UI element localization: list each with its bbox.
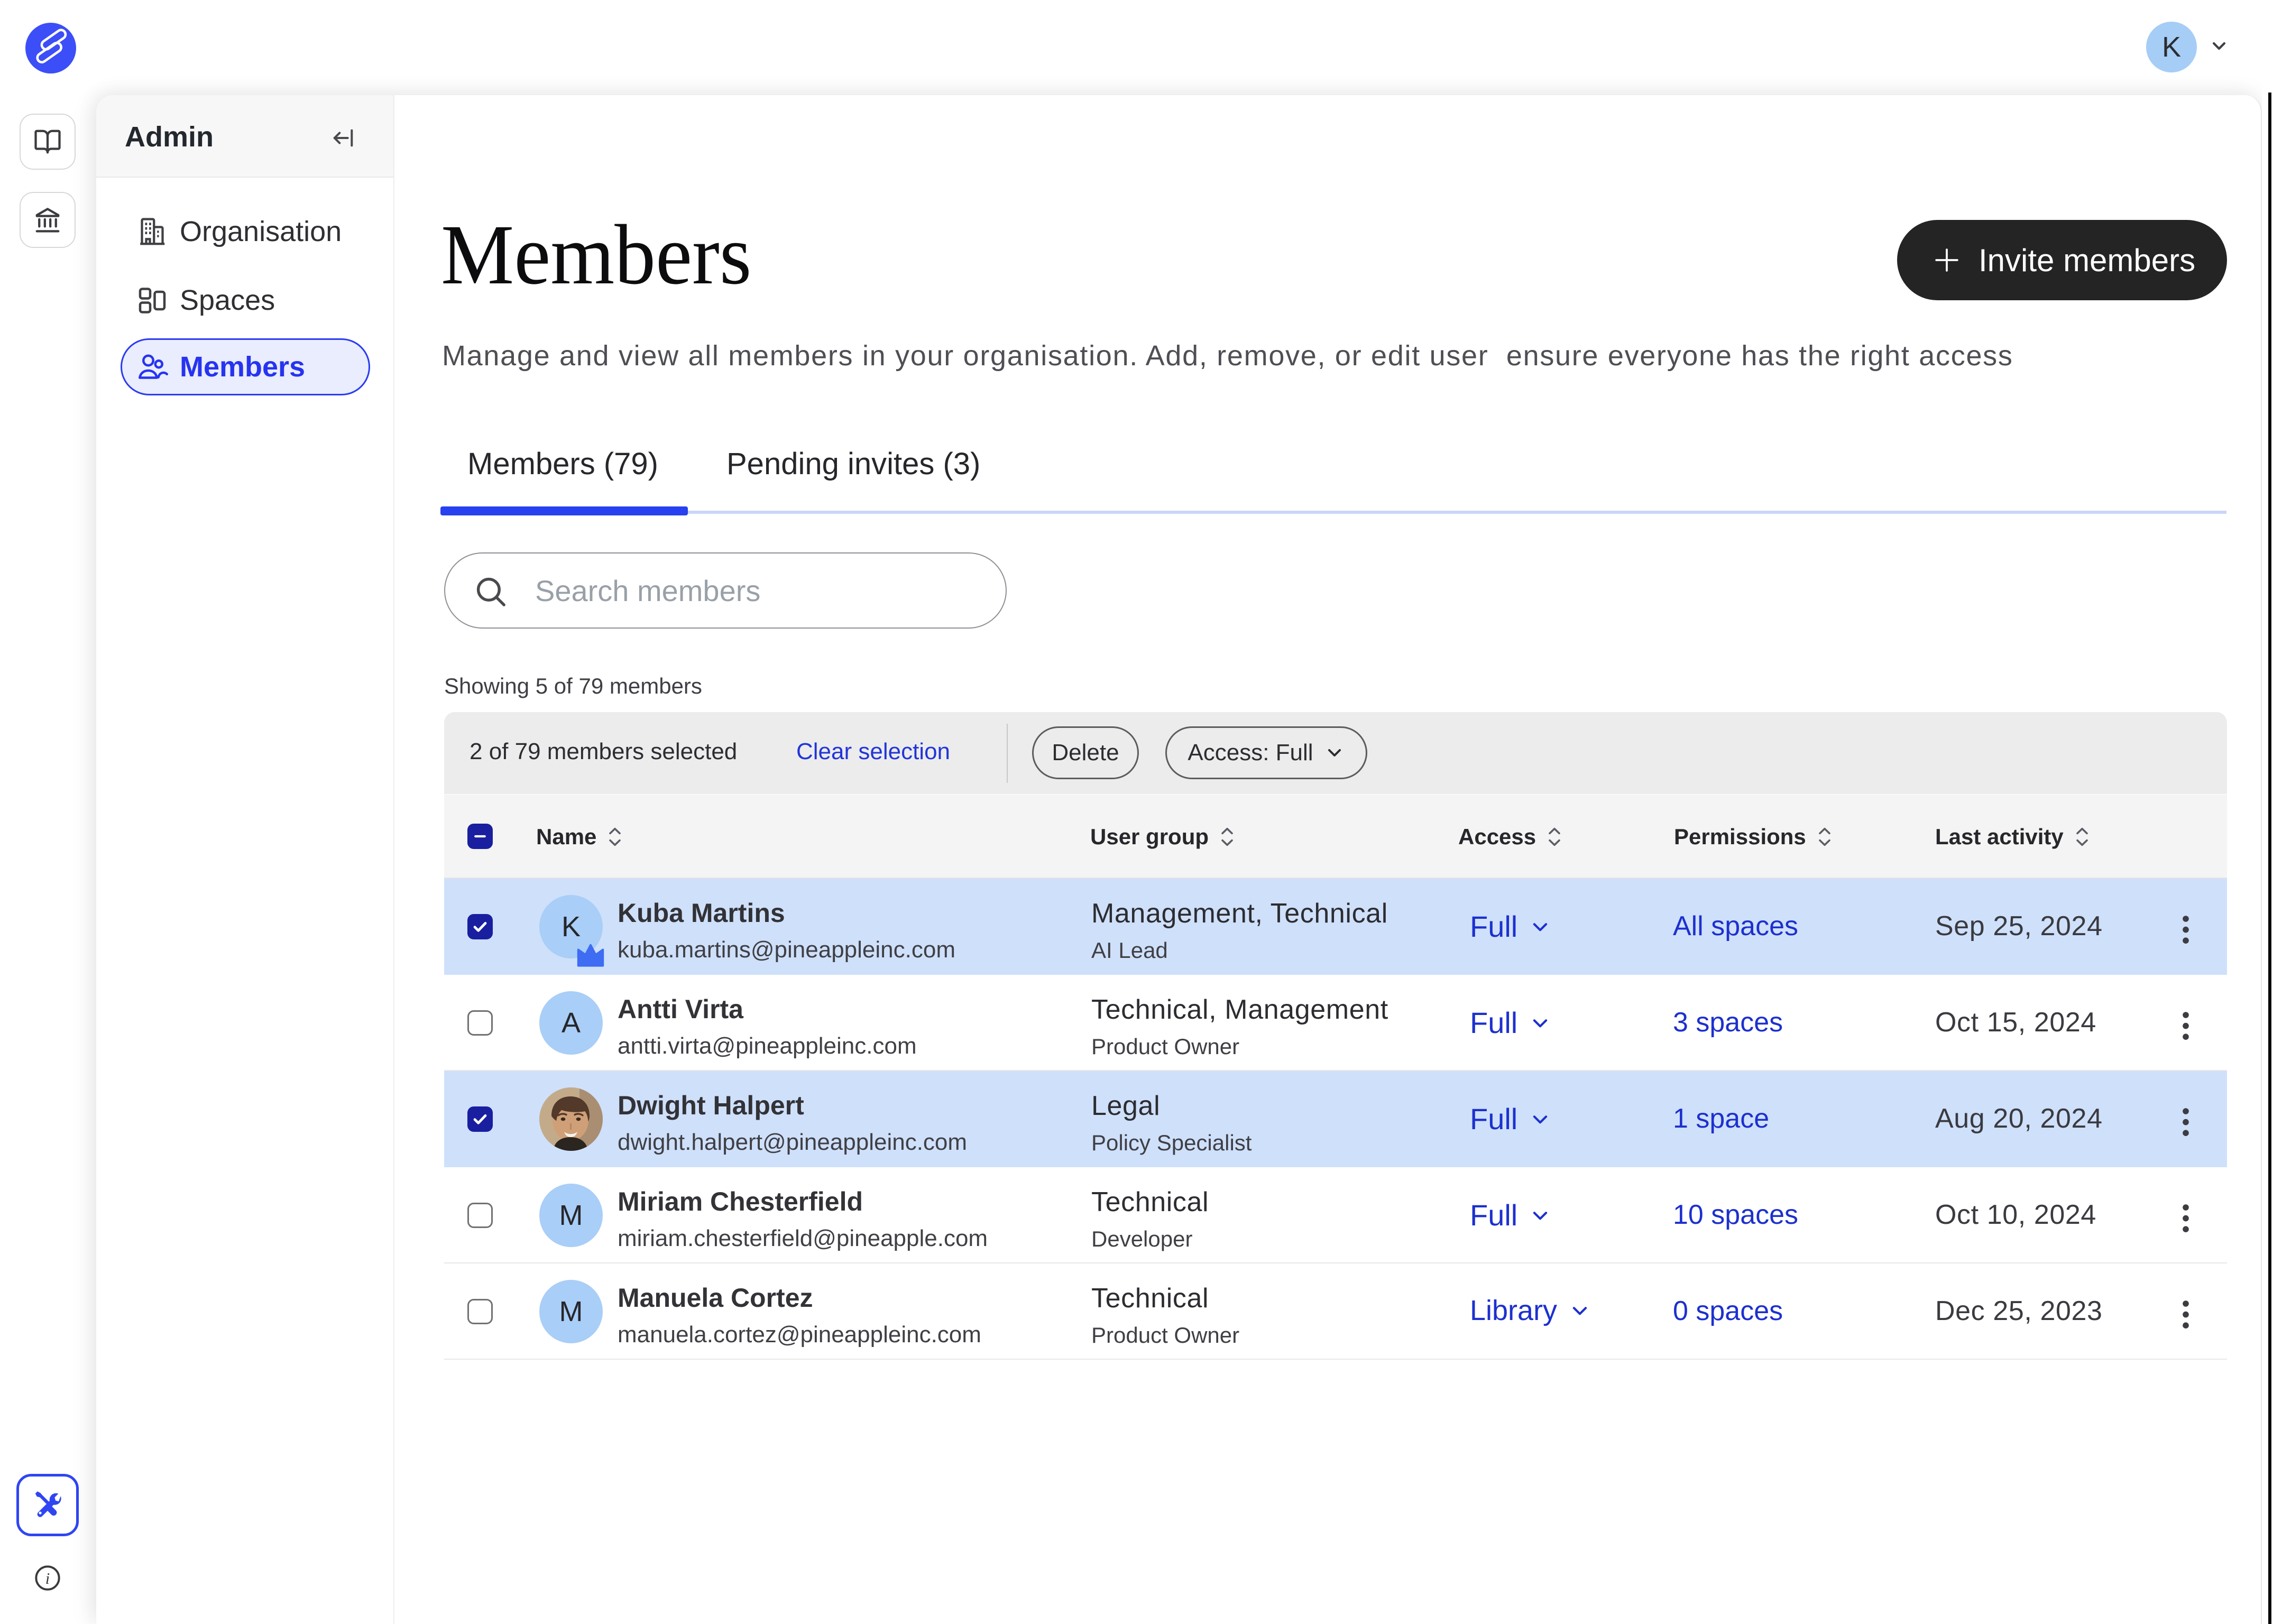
svg-text:i: i <box>45 1570 50 1588</box>
